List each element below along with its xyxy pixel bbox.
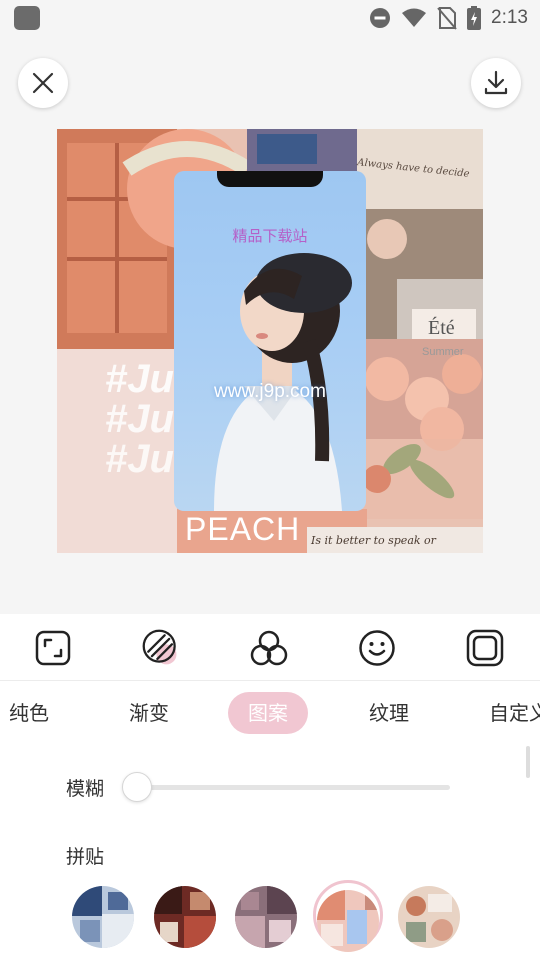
scrollbar[interactable]	[526, 746, 530, 778]
status-time: 2:13	[491, 7, 528, 28]
app-notification-icon	[14, 6, 40, 30]
download-icon	[484, 70, 508, 95]
frame-icon	[466, 629, 504, 667]
close-button[interactable]	[18, 58, 68, 108]
sticker-smile-icon	[359, 630, 395, 666]
close-icon	[32, 72, 54, 94]
collage-label: 拼贴	[66, 846, 105, 868]
tab-custom[interactable]: 自定义	[489, 692, 540, 734]
do-not-disturb-icon	[370, 8, 391, 28]
collage-thumbnail-1[interactable]	[72, 886, 134, 948]
edit-panel: 纯色 渐变 图案 纹理 自定义 模糊 拼贴	[0, 614, 540, 960]
tool-row	[0, 614, 540, 681]
collage-thumbnail-2[interactable]	[154, 886, 216, 948]
collage-thumbnail-5[interactable]	[398, 886, 460, 948]
blur-slider-track[interactable]	[138, 785, 450, 790]
beige-collage-image	[398, 886, 460, 948]
pattern-icon	[142, 629, 177, 665]
wifi-icon	[402, 8, 427, 27]
collage-text-peach: PEACH	[185, 511, 301, 547]
filter-tool-button[interactable]	[249, 628, 289, 668]
collage-text-ete: Été	[428, 317, 455, 339]
status-bar: 2:13	[0, 0, 540, 36]
pattern-tool-button[interactable]	[141, 628, 181, 668]
collage-text-hashtag-2: #Ju	[105, 397, 174, 441]
blur-slider-handle[interactable]	[122, 772, 152, 802]
tab-gradient[interactable]: 渐变	[129, 692, 169, 734]
portrait-photo	[214, 253, 352, 511]
download-button[interactable]	[471, 58, 521, 108]
sticker-tool-button[interactable]	[357, 628, 397, 668]
tab-pattern[interactable]: 图案	[228, 692, 308, 734]
background-type-tabs: 纯色 渐变 图案 纹理 自定义	[0, 692, 540, 738]
crop-icon	[35, 630, 71, 666]
tab-solid-color[interactable]: 纯色	[9, 692, 49, 734]
phone-caption: 精品下载站	[232, 227, 308, 245]
phone-notch	[217, 171, 323, 187]
collage-thumbnail-4[interactable]	[317, 890, 379, 952]
tab-texture[interactable]: 纹理	[369, 692, 409, 734]
collage-text-hashtag-3: #Ju	[105, 437, 174, 481]
mauve-collage-image	[235, 886, 297, 948]
phone-preview[interactable]: 精品下载站 www.j9p.com	[174, 171, 366, 511]
battery-charging-icon	[467, 6, 482, 30]
status-icons: 2:13	[369, 5, 528, 31]
red-collage-image	[154, 886, 216, 948]
collage-text-summer: Summer	[422, 346, 464, 358]
filter-circles-icon	[250, 630, 288, 666]
collage-text-hashtag: #Ju	[105, 357, 174, 401]
blur-label: 模糊	[66, 778, 105, 800]
no-sim-icon	[437, 7, 457, 30]
watermark-text: www.j9p.com	[214, 381, 326, 402]
crop-tool-button[interactable]	[33, 628, 73, 668]
pink-collage-image	[317, 890, 379, 952]
blue-collage-image	[72, 886, 134, 948]
collage-thumbnail-3[interactable]	[235, 886, 297, 948]
frame-tool-button[interactable]	[465, 628, 505, 668]
collage-handwriting-bottom: Is it better to speak or	[311, 534, 436, 547]
